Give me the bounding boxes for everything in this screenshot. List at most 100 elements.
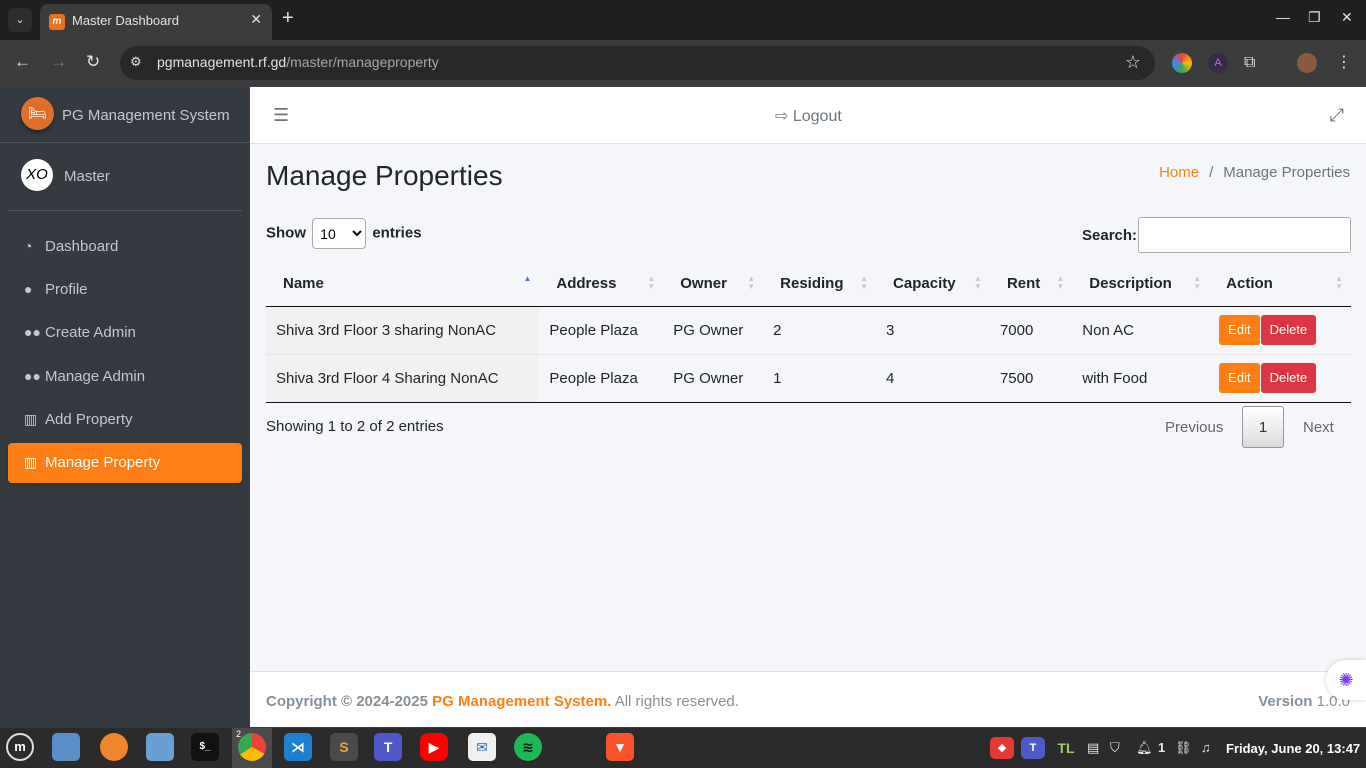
tachometer-icon: ◔ (24, 238, 33, 254)
column-header-residing[interactable]: Residing ▲ ▼ (763, 262, 877, 307)
user-name[interactable]: Master (64, 168, 110, 185)
youtube-icon[interactable]: ▶ (420, 733, 448, 761)
site-info-icon[interactable]: ⚙ (130, 54, 148, 72)
column-header-rent[interactable]: Rent ▲ ▼ (989, 262, 1073, 307)
delete-button[interactable]: Delete (1260, 363, 1317, 393)
edit-button[interactable]: Edit (1219, 315, 1260, 345)
files-icon[interactable] (52, 733, 80, 761)
column-header-address[interactable]: Address ▲ ▼ (539, 262, 664, 307)
page-length-select[interactable]: 10 (312, 218, 367, 249)
copyright: Copyright © 2024-2025 PG Management Syst… (266, 693, 739, 710)
start-menu-icon[interactable]: m (6, 733, 34, 761)
site-favicon-icon: m (49, 14, 65, 30)
sidebar-item-manage-admin[interactable]: ●● Manage Admin (8, 357, 242, 397)
network-icon[interactable]: ⛓ (1175, 740, 1192, 756)
vscode-icon[interactable]: ⋊ (284, 733, 312, 761)
cell-action: Edit Delete (1209, 354, 1351, 403)
fullscreen-icon[interactable]: ⤢ (1330, 105, 1344, 126)
cell-name: Shiva 3rd Floor 4 Sharing NonAC (266, 354, 540, 403)
mail-icon[interactable]: ✉ (468, 733, 496, 761)
profile-avatar[interactable] (1297, 53, 1317, 73)
extensions-icon[interactable]: ⧉ (1244, 53, 1264, 73)
folder-icon[interactable] (146, 733, 174, 761)
sort-icon: ▲ ▼ (1335, 274, 1343, 291)
users-icon: ●● (24, 324, 41, 340)
cell-capacity: 3 (876, 306, 990, 355)
notification-bell-icon[interactable]: 🔔︎ (1136, 740, 1153, 756)
menu-icon[interactable]: ⋮ (1336, 53, 1356, 73)
extension-a-icon[interactable]: A (1208, 53, 1228, 73)
previous-button[interactable]: Previous (1165, 419, 1223, 436)
tab-title: Master Dashboard (72, 13, 179, 28)
brand-link[interactable]: 🛏 PG Management System (0, 87, 250, 143)
brand-text: PG Management System (62, 107, 230, 124)
column-header-owner[interactable]: Owner ▲ ▼ (663, 262, 764, 307)
sidebar-item-profile[interactable]: ● Profile (8, 270, 242, 310)
column-label: Description (1089, 275, 1172, 293)
teams-icon[interactable]: T (374, 733, 402, 761)
clipboard-tray-icon[interactable]: ▤ (1087, 740, 1099, 756)
breadcrumb-separator: / (1209, 164, 1214, 181)
cell-rent: 7000 (989, 306, 1073, 355)
tl-tray-icon[interactable]: TL (1053, 737, 1079, 759)
sidebar-item-label: Add Property (45, 411, 133, 428)
sidebar-item-create-admin[interactable]: ●● Create Admin (8, 313, 242, 353)
terminal-icon[interactable]: $_ (191, 733, 219, 761)
sound-icon[interactable]: ♫ (1201, 740, 1211, 755)
maximize-icon[interactable]: ❐ (1308, 9, 1321, 26)
os-taskbar: m $_ 2 ⋊ S T ▶ ✉ ≋ ▼ ◆ T TL ▤ ⛉ 🔔︎ 1 ⛓ ♫… (0, 727, 1366, 768)
sidebar-item-manage-property[interactable]: ▥ Manage Property (8, 443, 242, 483)
clock[interactable]: Friday, June 20, 13:47 (1226, 741, 1360, 756)
anydesk-tray-icon[interactable]: ◆ (990, 737, 1014, 759)
edit-button[interactable]: Edit (1219, 363, 1260, 393)
column-label: Address (556, 275, 617, 293)
next-button[interactable]: Next (1303, 419, 1334, 436)
delete-button[interactable]: Delete (1260, 315, 1317, 345)
bookmark-star-icon[interactable]: ☆ (1125, 52, 1141, 73)
url-text: pgmanagement.rf.gd/master/manageproperty (157, 54, 439, 70)
close-tab-icon[interactable]: ✕ (250, 11, 262, 28)
sidebar: 🛏 PG Management System XO Master ◔ Dashb… (0, 87, 250, 727)
cell-rent: 7500 (989, 354, 1073, 403)
sort-icon: ▲ ▼ (974, 274, 982, 291)
page-1-button[interactable]: 1 (1242, 406, 1284, 448)
column-header-action[interactable]: Action ▲ ▼ (1209, 262, 1351, 307)
spotify-icon[interactable]: ≋ (514, 733, 542, 761)
users-icon: ●● (24, 368, 41, 384)
column-header-capacity[interactable]: Capacity ▲ ▼ (876, 262, 990, 307)
firefox-icon[interactable] (100, 733, 128, 761)
reload-icon[interactable]: ↻ (86, 52, 100, 72)
building-icon: ▥ (24, 411, 38, 427)
sidebar-item-add-property[interactable]: ▥ Add Property (8, 400, 242, 440)
tab-list-icon[interactable]: ⌄ (8, 8, 32, 32)
search-input[interactable] (1138, 217, 1351, 253)
teams-tray-icon[interactable]: T (1021, 737, 1045, 759)
logout-link[interactable]: ⇨ Logout (775, 106, 842, 126)
sublime-icon[interactable]: S (330, 733, 358, 761)
chrome-icon[interactable] (238, 733, 266, 761)
column-header-description[interactable]: Description ▲ ▼ (1072, 262, 1210, 307)
breadcrumb-home[interactable]: Home (1159, 164, 1199, 181)
sidebar-item-dashboard[interactable]: ◔ Dashboard (8, 227, 242, 267)
address-bar[interactable]: ⚙ pgmanagement.rf.gd/master/manageproper… (120, 46, 1155, 80)
page-title: Manage Properties (266, 160, 503, 191)
back-icon[interactable]: ← (14, 52, 31, 72)
close-window-icon[interactable]: ✕ (1341, 9, 1353, 26)
hamburger-menu-icon[interactable]: ☰ (273, 105, 289, 126)
cell-residing: 1 (763, 354, 877, 403)
shield-tray-icon[interactable]: ⛉ (1110, 740, 1120, 756)
entries-label: entries (372, 224, 422, 242)
sidebar-item-label: Manage Property (45, 454, 161, 471)
brave-icon[interactable]: ▼ (606, 733, 634, 761)
minimize-icon[interactable]: — (1276, 9, 1290, 25)
main-header: ☰ ⇨ Logout ⤢ (250, 87, 1366, 144)
extension-color-icon[interactable] (1172, 53, 1192, 73)
assistant-extension-icon[interactable]: ✺ (1326, 660, 1366, 700)
column-header-name[interactable]: Name ▲ (266, 262, 540, 307)
url-path: /master/manageproperty (286, 54, 439, 70)
footer-brand-link[interactable]: PG Management System. (432, 693, 611, 710)
new-tab-icon[interactable]: + (282, 7, 294, 30)
browser-tab[interactable]: m Master Dashboard ✕ (40, 4, 272, 40)
forward-icon[interactable]: → (50, 52, 67, 72)
logout-icon: ⇨ (775, 108, 789, 125)
